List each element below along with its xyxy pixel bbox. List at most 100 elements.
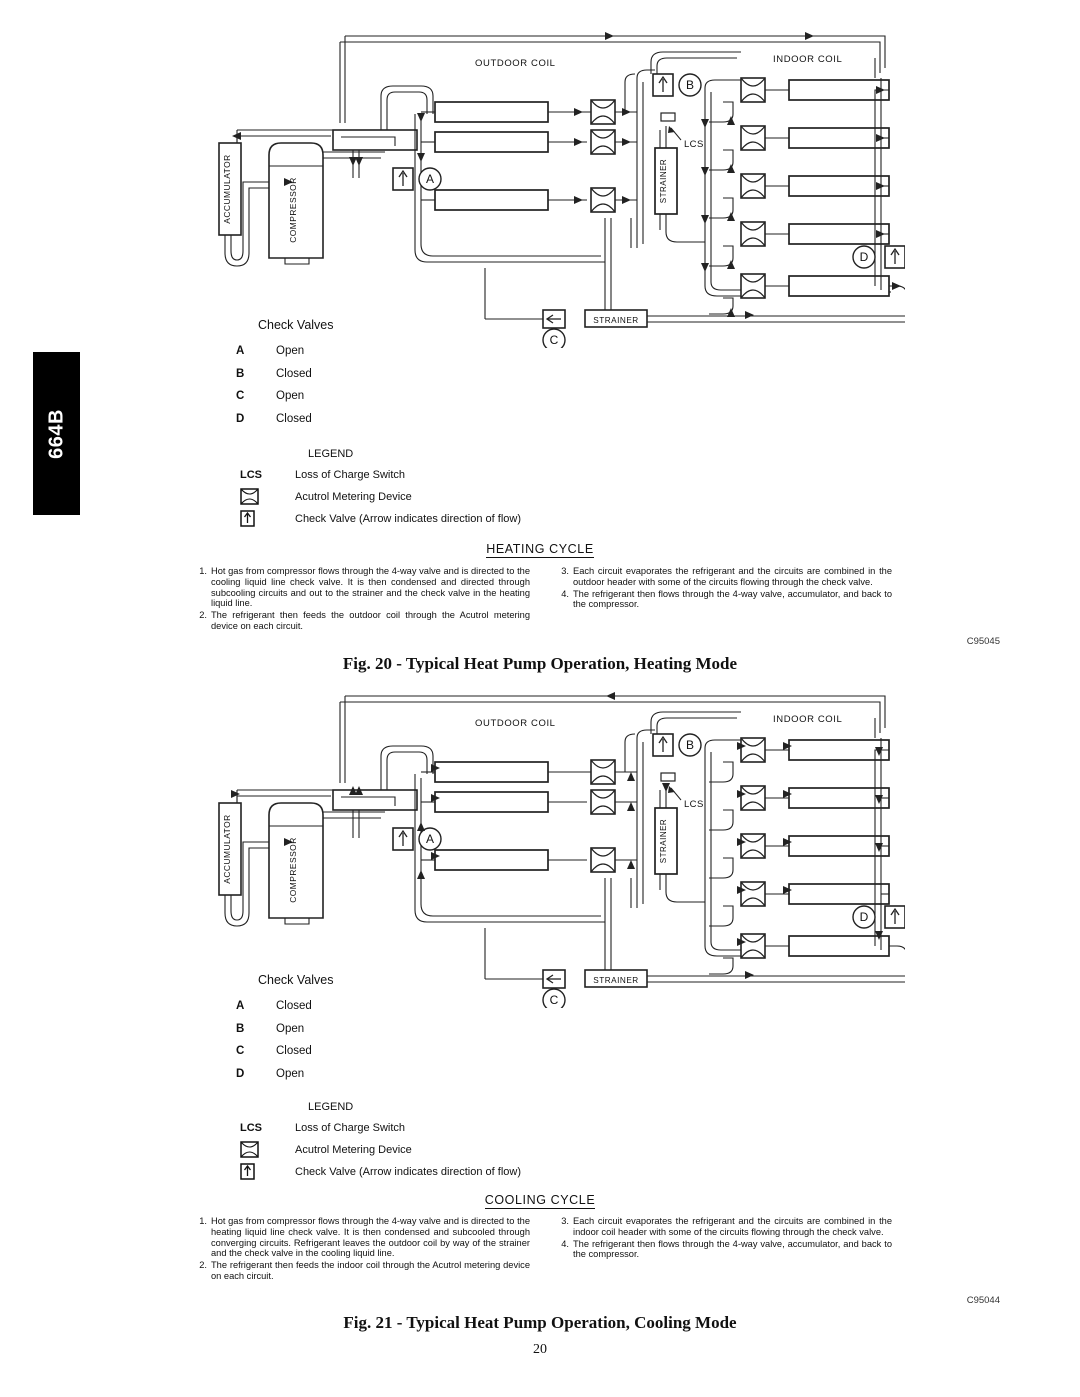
check-valve-key: B — [236, 367, 245, 380]
accumulator-label: ACCUMULATOR — [222, 814, 232, 883]
check-valves-table: Check Valves A Closed B Open C Closed D … — [236, 973, 636, 1090]
strainer-label: STRAINER — [659, 159, 668, 203]
legend-lcs-key: LCS — [240, 1121, 262, 1134]
check-valve-key: C — [236, 390, 245, 402]
strainer-label: STRAINER — [659, 819, 668, 863]
check-valve-row: B Open — [236, 1023, 636, 1035]
cycle-heading: COOLING CYCLE — [0, 1193, 1080, 1209]
cycle-steps-right: 3. Each circuit evaporates the refrigera… — [554, 1216, 892, 1283]
step-number: 1. — [199, 1216, 207, 1226]
figure-code: C95045 — [966, 636, 1000, 647]
compressor-label: COMPRESSOR — [288, 177, 298, 243]
legend-row-acutrol: Acutrol Metering Device — [236, 488, 656, 505]
step-text: Hot gas from compressor flows through th… — [211, 1216, 530, 1259]
cycle-step: 3. Each circuit evaporates the refrigera… — [554, 1216, 892, 1238]
cycle-heading-text: COOLING CYCLE — [484, 1193, 596, 1209]
check-valve-state: Closed — [276, 412, 312, 425]
indoor-coil-label: INDOOR COIL — [773, 54, 842, 65]
check-valve-key: D — [236, 412, 245, 425]
check-valve-key: D — [236, 1067, 245, 1080]
legend-block: LEGEND LCS Loss of Charge Switch Acutrol… — [236, 448, 656, 532]
cycle-step: 4. The refrigerant then flows through th… — [554, 1239, 892, 1261]
check-valves-title: Check Valves — [258, 318, 334, 332]
cycle-step: 3. Each circuit evaporates the refrigera… — [554, 566, 892, 588]
check-valve-state: Closed — [276, 1045, 312, 1057]
legend-title: LEGEND — [308, 448, 354, 460]
legend-row-acutrol: Acutrol Metering Device — [236, 1141, 656, 1158]
legend-title: LEGEND — [308, 1101, 354, 1113]
valve-a-label: A — [426, 832, 434, 846]
cycle-steps-left: 1. Hot gas from compressor flows through… — [192, 1216, 530, 1283]
legend-lcs-text: Loss of Charge Switch — [295, 1121, 406, 1134]
check-valve-row: D Closed — [236, 413, 636, 425]
check-valve-row: C Closed — [236, 1045, 636, 1057]
check-valve-icon — [236, 510, 295, 527]
check-valve-state: Open — [276, 390, 305, 402]
step-number: 3. — [561, 566, 569, 576]
legend-acutrol-text: Acutrol Metering Device — [295, 1143, 412, 1156]
check-valve-row: A Closed — [236, 1000, 636, 1012]
check-valve-icon — [236, 1163, 295, 1180]
cycle-steps-right: 3. Each circuit evaporates the refrigera… — [554, 566, 892, 633]
check-valve-key: C — [236, 1045, 245, 1057]
page-number: 20 — [533, 1342, 547, 1357]
outdoor-coil-label: OUTDOOR COIL — [475, 58, 556, 69]
step-text: Hot gas from compressor flows through th… — [211, 566, 530, 609]
legend-lcs-text: Loss of Charge Switch — [295, 468, 406, 481]
valve-d-label: D — [860, 250, 869, 264]
check-valve-row: B Closed — [236, 368, 636, 380]
document-page: 664B OUTDOOR COIL INDOOR COIL ACCUMULATO… — [0, 0, 1080, 1397]
acutrol-icon — [236, 1141, 295, 1158]
cycle-steps-left: 1. Hot gas from compressor flows through… — [192, 566, 530, 633]
step-text: The refrigerant then flows through the 4… — [573, 588, 892, 610]
check-valve-row: C Open — [236, 390, 636, 402]
side-tab-664b: 664B — [33, 352, 80, 515]
check-valve-key: A — [236, 1000, 245, 1012]
cycle-step: 2. The refrigerant then feeds the indoor… — [192, 1260, 530, 1282]
step-text: Each circuit evaporates the refrigerant … — [573, 1216, 892, 1237]
valve-b-label: B — [686, 738, 694, 752]
legend-block: LEGEND LCS Loss of Charge Switch Acutrol… — [236, 1101, 656, 1185]
check-valve-row: A Open — [236, 345, 636, 357]
cycle-heading: HEATING CYCLE — [0, 542, 1080, 558]
check-valve-state: Closed — [276, 1000, 312, 1012]
check-valve-key: B — [236, 1022, 245, 1035]
heat-pump-diagram-heating: OUTDOOR COIL INDOOR COIL ACCUMULATOR COM… — [185, 18, 905, 348]
legend-row-check-valve: Check Valve (Arrow indicates direction o… — [236, 510, 656, 527]
step-number: 2. — [199, 1260, 207, 1271]
legend-acutrol-text: Acutrol Metering Device — [295, 490, 412, 503]
lcs-label: LCS — [684, 799, 704, 810]
outdoor-coil-label: OUTDOOR COIL — [475, 718, 556, 729]
legend-row-lcs: LCS Loss of Charge Switch — [236, 1119, 656, 1136]
heat-pump-diagram-cooling: OUTDOOR COIL INDOOR COIL ACCUMULATOR COM… — [185, 678, 905, 1008]
step-text: Each circuit evaporates the refrigerant … — [573, 566, 892, 587]
acutrol-icon — [236, 488, 295, 505]
step-number: 4. — [561, 1238, 569, 1249]
figure-caption: Fig. 21 - Typical Heat Pump Operation, C… — [343, 1313, 737, 1332]
check-valves-title: Check Valves — [258, 973, 334, 987]
cycle-steps: 1. Hot gas from compressor flows through… — [192, 566, 892, 633]
cycle-step: 1. Hot gas from compressor flows through… — [192, 566, 530, 609]
legend-check-valve-text: Check Valve (Arrow indicates direction o… — [295, 512, 521, 525]
accumulator-label: ACCUMULATOR — [222, 154, 232, 223]
check-valve-state: Open — [276, 1022, 305, 1035]
valve-a-label: A — [426, 172, 434, 186]
figure-code: C95044 — [966, 1295, 1000, 1306]
check-valve-row: D Open — [236, 1068, 636, 1080]
legend-check-valve-text: Check Valve (Arrow indicates direction o… — [295, 1165, 521, 1178]
check-valve-state: Open — [276, 1067, 305, 1080]
step-number: 4. — [561, 588, 569, 599]
side-tab-label: 664B — [45, 408, 67, 459]
check-valve-state: Closed — [276, 367, 312, 380]
step-text: The refrigerant then feeds the indoor co… — [211, 1260, 530, 1281]
step-number: 3. — [561, 1216, 569, 1226]
legend-row-lcs: LCS Loss of Charge Switch — [236, 466, 656, 483]
valve-b-label: B — [686, 78, 694, 92]
cycle-heading-text: HEATING CYCLE — [486, 542, 594, 558]
check-valves-table: Check Valves A Open B Closed C Open D Cl… — [236, 318, 636, 435]
check-valve-state: Open — [276, 345, 305, 357]
step-number: 1. — [199, 566, 207, 576]
cycle-steps: 1. Hot gas from compressor flows through… — [192, 1216, 892, 1283]
valve-d-label: D — [860, 910, 869, 924]
compressor-label: COMPRESSOR — [288, 837, 298, 903]
